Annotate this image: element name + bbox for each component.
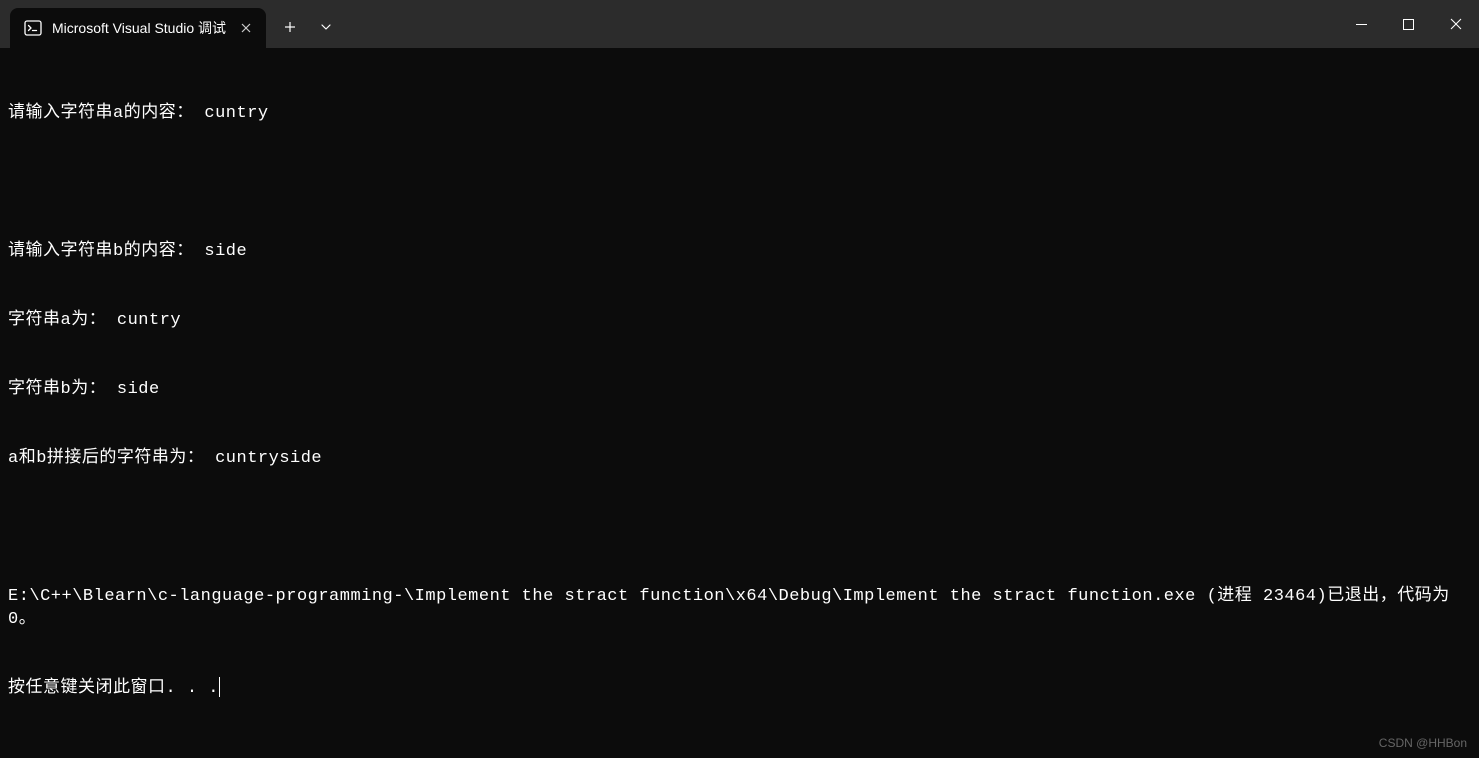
- active-tab[interactable]: Microsoft Visual Studio 调试: [10, 8, 266, 48]
- terminal-line: E:\C++\Blearn\c-language-programming-\Im…: [8, 585, 1471, 631]
- titlebar: Microsoft Visual Studio 调试: [0, 0, 1479, 48]
- terminal-line: 请输入字符串b的内容： side: [8, 240, 1471, 263]
- terminal-line: 字符串a为： cuntry: [8, 309, 1471, 332]
- terminal-cursor: [219, 677, 220, 697]
- close-window-button[interactable]: [1432, 0, 1479, 48]
- terminal-line: a和b拼接后的字符串为： cuntryside: [8, 447, 1471, 470]
- window-controls: [1338, 0, 1479, 48]
- tab-dropdown-button[interactable]: [308, 9, 344, 45]
- terminal-content[interactable]: 请输入字符串a的内容： cuntry 请输入字符串b的内容： side 字符串a…: [0, 48, 1479, 731]
- minimize-button[interactable]: [1338, 0, 1385, 48]
- maximize-button[interactable]: [1385, 0, 1432, 48]
- terminal-line: [8, 171, 1471, 194]
- terminal-icon: [24, 19, 42, 37]
- tab-title: Microsoft Visual Studio 调试: [52, 18, 226, 38]
- watermark: CSDN @HHBon: [1379, 736, 1467, 750]
- terminal-line: 按任意键关闭此窗口. . .: [8, 677, 1471, 700]
- terminal-line: 请输入字符串a的内容： cuntry: [8, 102, 1471, 125]
- terminal-text: 按任意键关闭此窗口. . .: [8, 679, 219, 698]
- titlebar-left: Microsoft Visual Studio 调试: [0, 0, 344, 48]
- terminal-line: [8, 516, 1471, 539]
- terminal-line: 字符串b为： side: [8, 378, 1471, 401]
- new-tab-button[interactable]: [272, 9, 308, 45]
- close-tab-button[interactable]: [236, 18, 256, 38]
